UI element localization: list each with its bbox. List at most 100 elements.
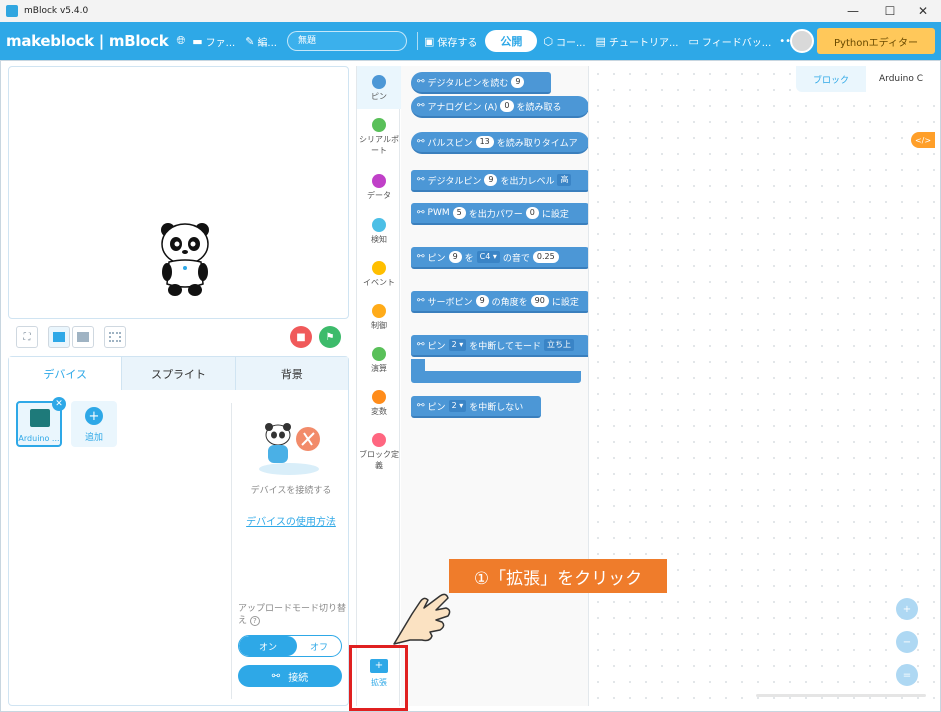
link-icon: ⚯ <box>417 137 425 147</box>
tab-background[interactable]: 背景 <box>234 357 348 390</box>
brand-logo: makeblock | mBlock <box>6 32 169 50</box>
block-text: ピン <box>427 341 446 352</box>
block-dropdown[interactable]: C4 ▾ <box>476 251 500 263</box>
block-input[interactable]: 13 <box>475 136 494 148</box>
block-read-pulse-pin[interactable]: ⚯ パルスピン 13 を読み取りタイムア <box>411 132 588 154</box>
project-title-input[interactable]: 無題 <box>286 31 407 51</box>
category-data-dot <box>372 174 386 188</box>
fullscreen-icon: ⛶ <box>23 331 31 343</box>
block-text: アナログピン (A) <box>427 102 498 113</box>
minimize-button[interactable]: — <box>835 0 871 22</box>
block-text: の角度を <box>491 297 528 308</box>
publish-button[interactable]: 公開 <box>485 30 538 52</box>
block-input[interactable]: 5 <box>452 207 466 219</box>
remove-device-button[interactable]: ✕ <box>52 397 66 411</box>
add-device-button[interactable]: + 追加 <box>71 401 117 447</box>
small-stage-button[interactable] <box>48 326 70 348</box>
save-button[interactable]: ▣ 保存する <box>424 34 477 49</box>
tutorial-menu[interactable]: ▤ チュートリア... <box>596 34 679 49</box>
device-howto-link[interactable]: デバイスの使用方法 <box>235 513 347 528</box>
block-set-pwm[interactable]: ⚯ PWM 5 を出力パワー 0 に設定 <box>411 203 588 225</box>
globe-icon: 🌐︎ <box>176 34 186 47</box>
link-icon: ⚯ <box>417 208 425 218</box>
grid-view-button[interactable] <box>104 326 126 348</box>
block-input[interactable]: 9 <box>511 76 525 88</box>
maximize-button[interactable]: ☐ <box>872 0 908 22</box>
upload-mode-toggle[interactable]: オン オフ <box>238 635 342 657</box>
category-events[interactable]: イベント <box>357 261 401 288</box>
block-text: ピン <box>427 253 446 264</box>
block-set-servo[interactable]: ⚯ サーボピン 9 の角度を 90 に設定 <box>411 291 588 313</box>
block-dropdown[interactable]: 立ち上 <box>543 339 574 351</box>
help-icon[interactable]: ? <box>249 616 260 626</box>
category-control-label: 制御 <box>371 321 387 330</box>
block-text: を中断しない <box>469 402 524 413</box>
block-dropdown[interactable]: 2 ▾ <box>448 400 467 412</box>
tab-blocks[interactable]: ブロック <box>796 66 866 92</box>
block-dropdown[interactable]: 2 ▾ <box>448 339 467 351</box>
go-button[interactable]: ⚑ <box>319 326 341 348</box>
block-text: を読み取りタイムア <box>496 138 578 149</box>
zoom-reset-button[interactable]: = <box>896 664 918 686</box>
stop-button[interactable]: ■ <box>290 326 312 348</box>
category-my-blocks-label: ブロック定義 <box>359 450 399 470</box>
horizontal-scrollbar[interactable] <box>756 694 926 697</box>
upload-mode-label: アップロードモード切り替え ? <box>238 603 348 627</box>
category-operators[interactable]: 演算 <box>357 347 401 374</box>
grid-icon <box>109 332 121 342</box>
tab-device[interactable]: デバイス <box>9 357 122 390</box>
arduino-board-icon <box>30 409 50 427</box>
block-input[interactable]: 9 <box>484 174 498 186</box>
script-workspace[interactable]: ブロック Arduino C </> + − = <box>590 66 937 706</box>
connect-device-prompt: デバイスを接続する <box>250 486 332 496</box>
category-my-blocks[interactable]: ブロック定義 <box>357 433 401 471</box>
toggle-on[interactable]: オン <box>239 636 297 656</box>
connect-button[interactable]: ⚯ 接続 <box>238 665 342 687</box>
block-dropdown[interactable]: 高 <box>557 174 572 186</box>
category-data[interactable]: データ <box>357 174 401 201</box>
highlight-box <box>349 645 408 711</box>
block-input[interactable]: 0.25 <box>532 251 559 263</box>
close-button[interactable]: ✕ <box>905 0 941 22</box>
category-variables[interactable]: 変数 <box>357 390 401 417</box>
edit-menu[interactable]: ✎ 編... <box>245 34 277 49</box>
panda-sprite[interactable] <box>159 222 211 297</box>
block-input[interactable]: 90 <box>530 295 549 307</box>
block-set-digital-output[interactable]: ⚯ デジタルピン 9 を出力レベル 高 <box>411 170 588 192</box>
category-sensing[interactable]: 検知 <box>357 218 401 245</box>
link-icon: ⚯ <box>417 101 425 111</box>
block-play-tone[interactable]: ⚯ ピン 9 を C4 ▾ の音で 0.25 <box>411 247 588 269</box>
large-stage-button[interactable] <box>72 326 94 348</box>
flag-icon: ⚑ <box>325 331 335 343</box>
block-text: を読み取る <box>516 102 562 113</box>
language-menu[interactable]: 🌐︎ <box>176 34 188 48</box>
block-attach-interrupt[interactable]: ⚯ ピン 2 ▾ を中断してモード 立ち上 <box>411 335 588 357</box>
link-icon: ⚯ <box>417 77 425 87</box>
device-card-arduino[interactable]: Arduino ... ✕ <box>16 397 66 447</box>
user-avatar[interactable] <box>790 29 814 53</box>
mblock-window: mBlock v5.4.0 — ☐ ✕ makeblock | mBlock 🌐… <box>0 0 941 712</box>
block-detach-interrupt[interactable]: ⚯ ピン 2 ▾ を中断しない <box>411 396 541 418</box>
block-read-digital-pin[interactable]: ⚯ デジタルピンを読む 9 <box>411 72 551 94</box>
code-view-toggle[interactable]: </> <box>911 132 935 148</box>
tab-sprite[interactable]: スプライト <box>121 357 235 390</box>
tab-arduino-c[interactable]: Arduino C <box>866 66 936 92</box>
stage[interactable] <box>8 66 349 319</box>
link-icon: ⚯ <box>417 175 425 185</box>
block-input[interactable]: 9 <box>448 251 462 263</box>
fullscreen-button[interactable]: ⛶ <box>16 326 38 348</box>
category-pin[interactable]: ピン <box>357 66 401 109</box>
block-input[interactable]: 9 <box>475 295 489 307</box>
block-input[interactable]: 0 <box>525 207 539 219</box>
feedback-menu[interactable]: ▭ フィードバッ... <box>689 34 772 49</box>
block-input[interactable]: 0 <box>500 100 514 112</box>
python-editor-button[interactable]: Pythonエディター <box>817 28 935 54</box>
course-menu[interactable]: ⬡ コー... <box>543 34 585 49</box>
zoom-in-button[interactable]: + <box>896 598 918 620</box>
toggle-off[interactable]: オフ <box>297 636 341 656</box>
category-control[interactable]: 制御 <box>357 304 401 331</box>
category-serial[interactable]: シリアルポート <box>357 118 401 156</box>
block-read-analog-pin[interactable]: ⚯ アナログピン (A) 0 を読み取る <box>411 96 588 118</box>
file-menu[interactable]: ▬ ファ... <box>192 34 235 49</box>
zoom-out-button[interactable]: − <box>896 631 918 653</box>
